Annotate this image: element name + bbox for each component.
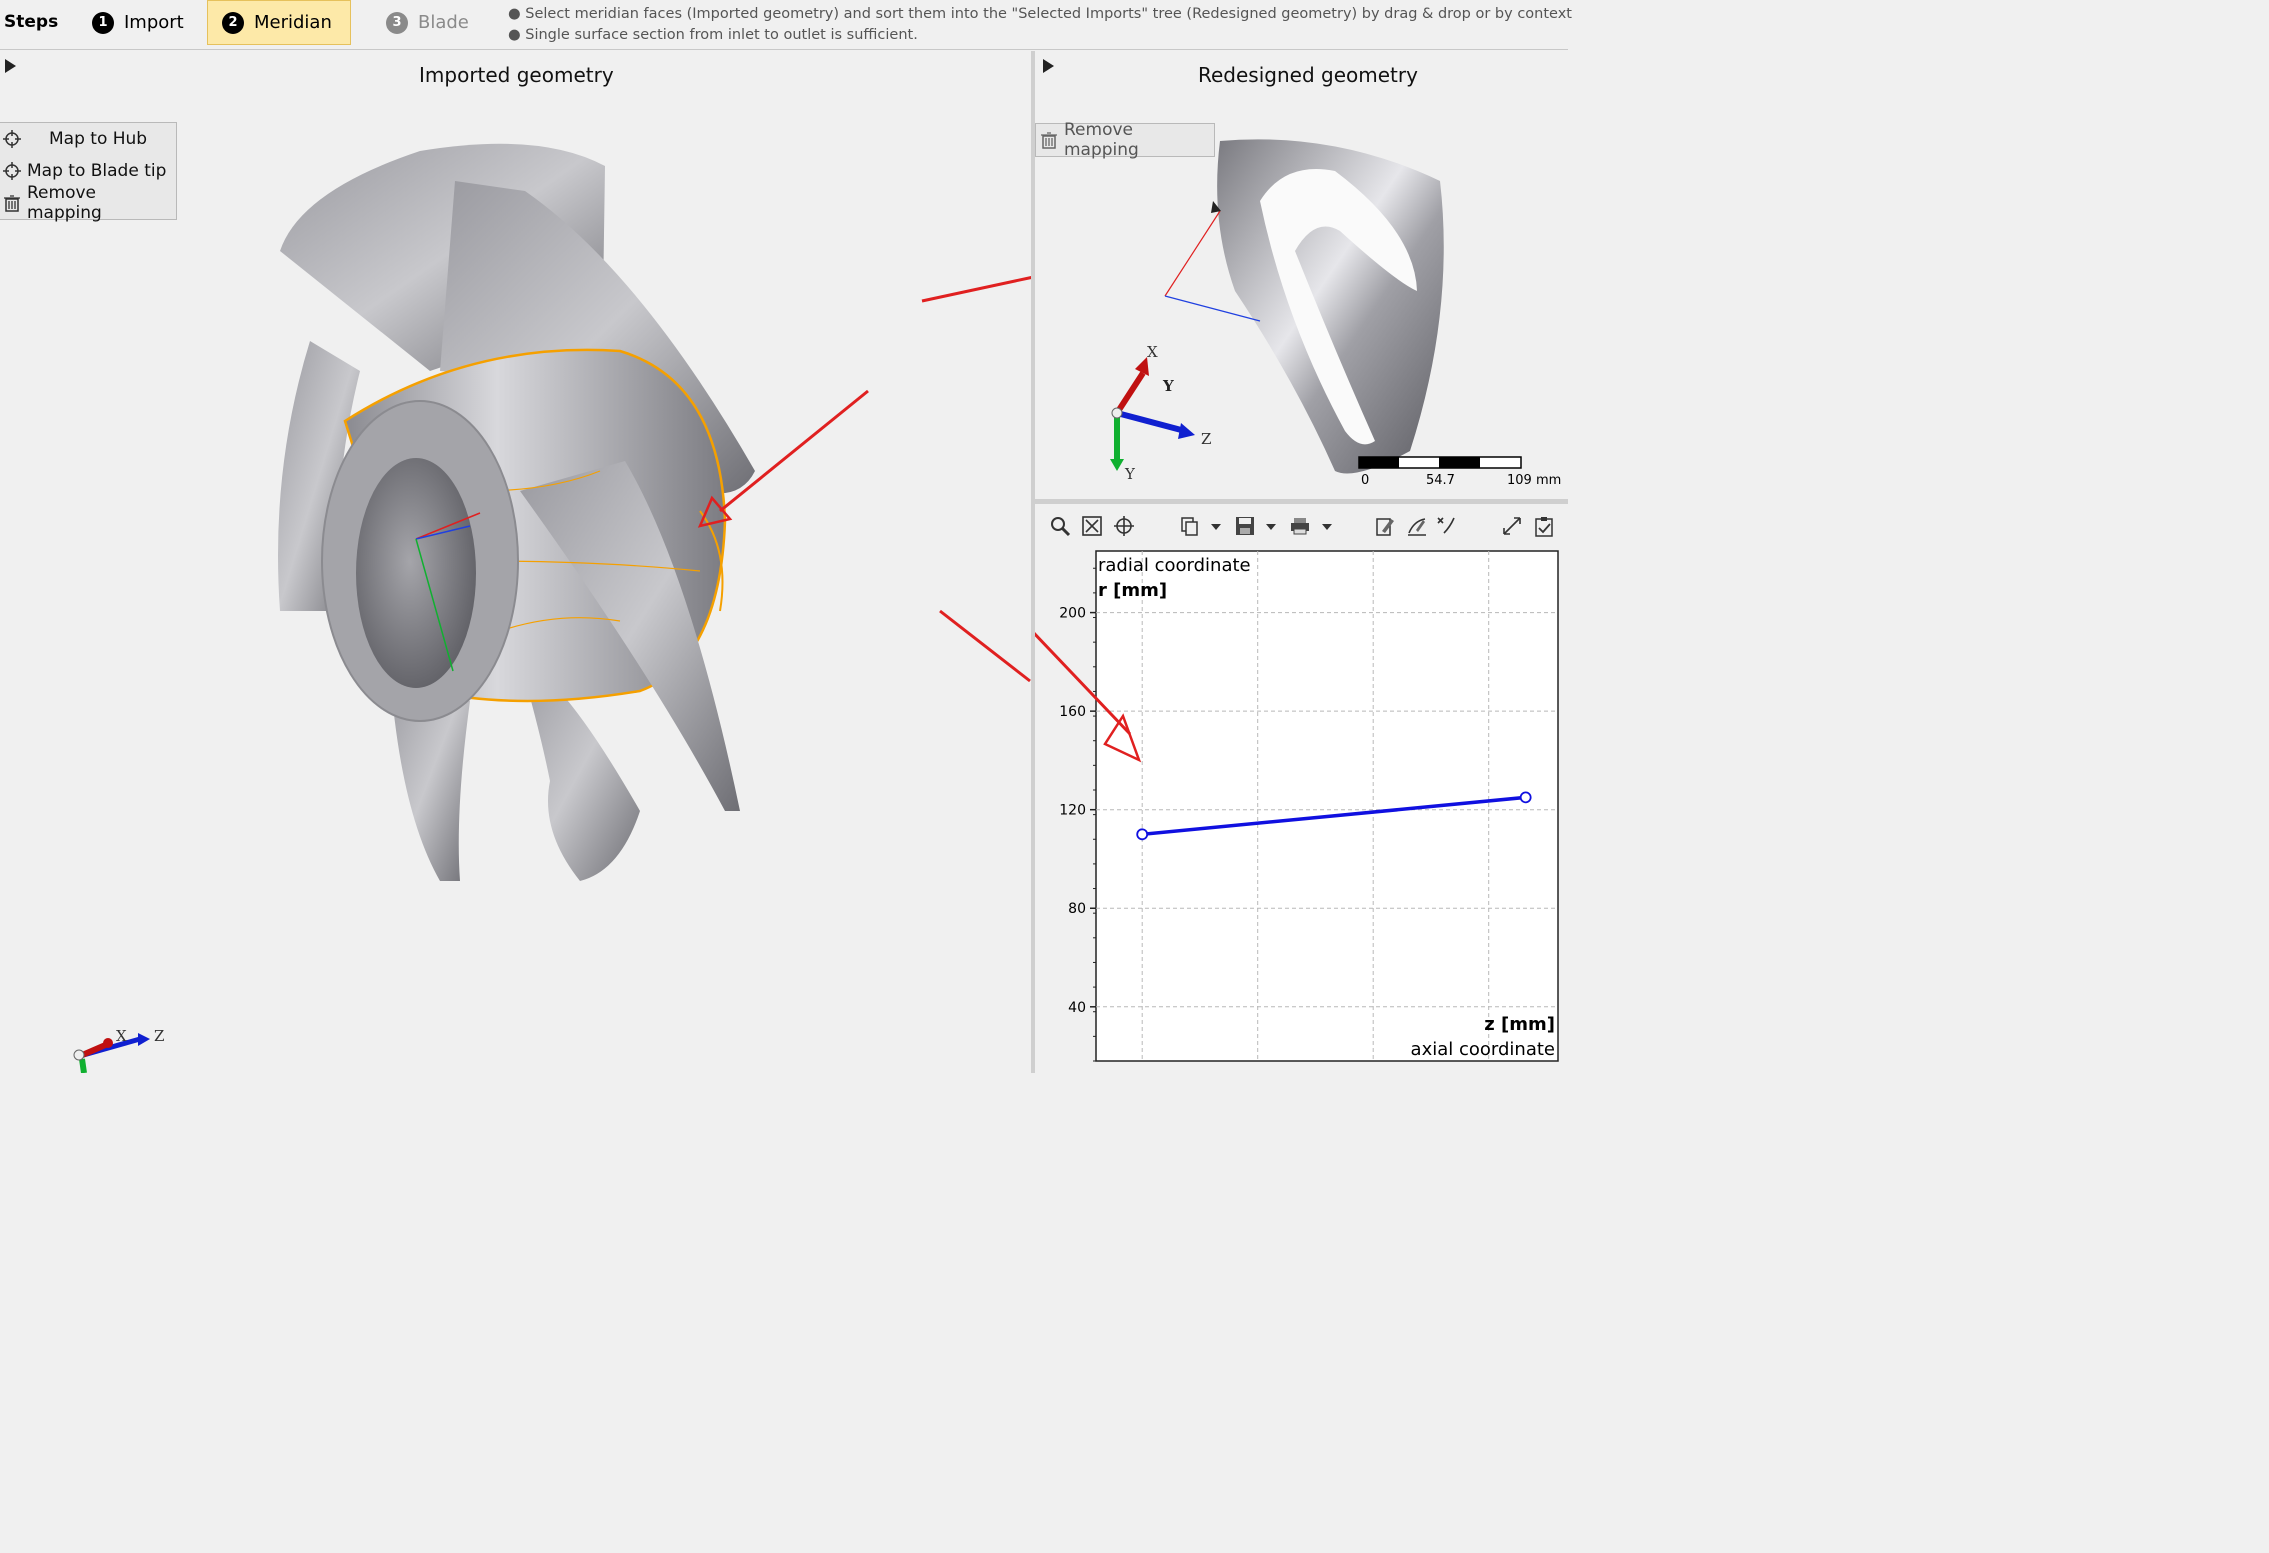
step-number: 1 <box>92 11 114 34</box>
y-axis-ticks: 40 80 120 160 200 <box>1059 567 1096 1062</box>
meridian-chart-panel: 40 80 120 160 200 radial coordinate r [mm] z… <box>1035 504 1568 1073</box>
menu-item-label: Remove mapping <box>1064 120 1139 160</box>
step-label: Meridian <box>254 12 332 33</box>
impeller-3d-viewport[interactable] <box>0 51 1031 1073</box>
step-import[interactable]: 1 Import <box>78 0 200 45</box>
remove-mapping-item[interactable]: Remove mapping <box>1036 120 1214 160</box>
axis-triad <box>73 1033 150 1073</box>
triad-x-label: X <box>1147 343 1158 361</box>
y-tick-label: 40 <box>1068 1000 1086 1016</box>
imported-geometry-panel: Imported geometry Map to Hub Map to Blad… <box>0 51 1031 1073</box>
y-tick-label: 80 <box>1068 901 1086 917</box>
step-number: 3 <box>386 11 408 34</box>
step-blade[interactable]: 3 Blade <box>372 0 485 45</box>
triad-y-label: Y <box>1163 377 1174 395</box>
redesigned-geometry-panel: Redesigned geometry Remove mapping X Y Z… <box>1035 51 1568 499</box>
remove-mapping-menu: Remove mapping <box>1035 120 1215 160</box>
y-tick-label: 120 <box>1059 803 1086 819</box>
annotation-arrow <box>921 276 1031 303</box>
step-number: 2 <box>222 11 244 34</box>
y-axis-title: radial coordinate <box>1098 555 1251 576</box>
step-label: Import <box>124 12 184 33</box>
y-tick-label: 160 <box>1059 704 1086 720</box>
trash-icon <box>1041 132 1057 149</box>
step-label: Blade <box>418 12 469 33</box>
hint-line: ● Select meridian faces (Imported geomet… <box>508 6 1572 22</box>
meridian-chart[interactable]: 40 80 120 160 200 radial coordinate r [mm] z… <box>1035 504 1568 1073</box>
scale-bar <box>1358 456 1522 469</box>
scale-label-max: 109 mm <box>1507 473 1562 488</box>
data-point[interactable] <box>1519 791 1532 804</box>
step-bar: Steps 1 Import 2 Meridian 3 Blade ● Sele… <box>0 0 1572 50</box>
annotation-arrow <box>939 609 1031 683</box>
x-axis-title: axial coordinate <box>1411 1039 1555 1060</box>
y-tick-label: 200 <box>1059 606 1086 622</box>
app-window: Steps 1 Import 2 Meridian 3 Blade ● Sele… <box>0 0 1572 1073</box>
data-point[interactable] <box>1136 828 1149 841</box>
hint-line: ● Single surface section from inlet to o… <box>508 27 918 43</box>
step-meridian[interactable]: 2 Meridian <box>207 0 351 45</box>
y-axis-unit: r [mm] <box>1098 580 1167 601</box>
scale-label-min: 0 <box>1361 473 1370 488</box>
axis-triad <box>1110 357 1195 471</box>
step-hints: ● Select meridian faces (Imported geomet… <box>508 4 1572 46</box>
triad-z-label: Z <box>1201 430 1212 448</box>
steps-label: Steps <box>4 12 59 32</box>
redesigned-3d-viewport[interactable] <box>1035 51 1568 499</box>
x-axis-unit: z [mm] <box>1484 1014 1555 1035</box>
scale-label-mid: 54.7 <box>1426 473 1455 488</box>
triad-z-label: Z <box>154 1027 165 1045</box>
triad-x-label: X <box>116 1027 127 1045</box>
impeller-model <box>278 143 755 881</box>
triad-y-label: Y <box>1125 465 1135 483</box>
